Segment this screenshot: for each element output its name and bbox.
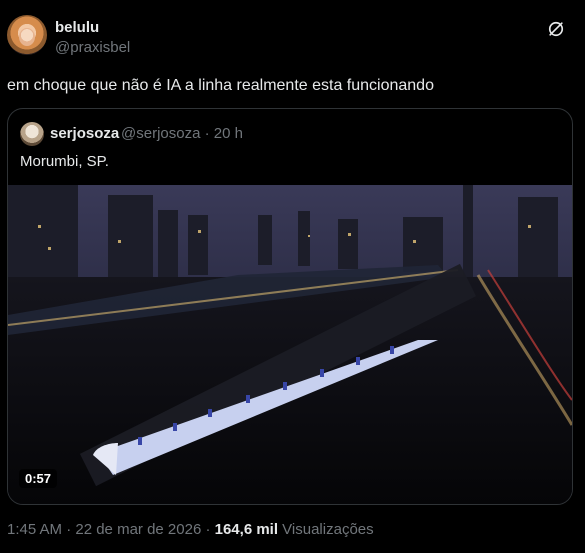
video-player[interactable]: 0:57 bbox=[8, 185, 572, 504]
tweet-footer: 1:45 AM · 22 de mar de 2026 · 164,6 mil … bbox=[7, 521, 374, 538]
author-handle[interactable]: @praxisbel bbox=[55, 39, 130, 56]
quoted-tweet-text: Morumbi, SP. bbox=[20, 153, 109, 170]
views-label: Visualizações bbox=[278, 521, 374, 538]
quoted-author-meta: @serjosoza · 20 h bbox=[121, 125, 243, 142]
tweet-header: belulu @praxisbel bbox=[7, 15, 578, 61]
author-display-name[interactable]: belulu bbox=[55, 19, 99, 36]
tweet-timestamp[interactable]: 1:45 AM · 22 de mar de 2026 · bbox=[7, 521, 215, 538]
author-avatar[interactable] bbox=[7, 15, 47, 55]
quoted-author-name[interactable]: serjosoza bbox=[50, 125, 119, 142]
video-duration-badge: 0:57 bbox=[19, 469, 58, 488]
quoted-author-avatar[interactable] bbox=[20, 122, 44, 146]
video-thumbnail bbox=[8, 185, 572, 504]
grok-icon[interactable] bbox=[546, 19, 566, 39]
views-count: 164,6 mil bbox=[214, 521, 279, 538]
quoted-tweet[interactable]: serjosoza @serjosoza · 20 h Morumbi, SP. bbox=[7, 108, 573, 505]
tweet-text: em choque que não é IA a linha realmente… bbox=[7, 77, 434, 94]
